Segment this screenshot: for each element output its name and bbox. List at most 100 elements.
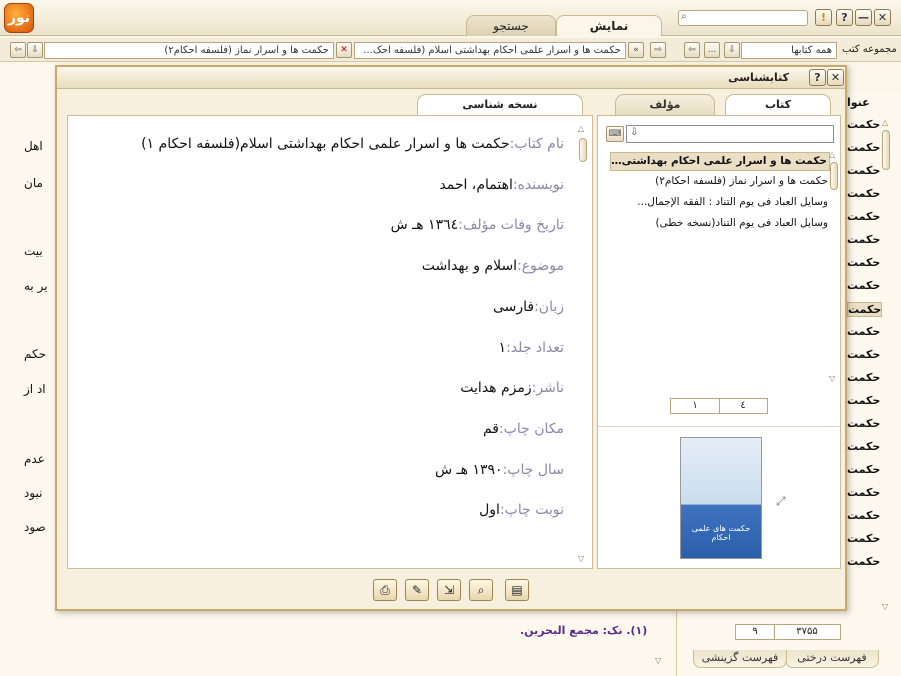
scrollbar-thumb[interactable] <box>830 162 838 190</box>
meta-value: اسلام و بهداشت <box>421 258 518 275</box>
scroll-down-icon[interactable]: ▽ <box>655 656 661 665</box>
tab-selective-index[interactable]: فهرست گزینشی <box>693 650 787 668</box>
dialog-help-button[interactable]: ? <box>809 69 826 86</box>
warning-icon[interactable]: ! <box>815 9 832 26</box>
meta-row: سال چاپ:۱۳۹۰ هـ ش <box>435 462 564 478</box>
book-pager-total: ٤ <box>718 398 768 414</box>
note-icon[interactable]: ▤ <box>505 579 529 601</box>
book-list-item[interactable]: وسایل العباد فی یوم التناد(نسخه خطی) <box>610 215 830 234</box>
minimize-button[interactable]: — <box>855 9 872 26</box>
list-item[interactable]: حکمت <box>847 509 880 522</box>
search-icon: ⌕ <box>681 11 687 22</box>
meta-value: ۱۳۹۰ هـ ش <box>435 461 503 478</box>
scrollbar-thumb[interactable] <box>579 138 587 162</box>
list-item[interactable]: حکمت <box>847 394 880 407</box>
list-item[interactable]: حکمت <box>847 463 880 476</box>
pager-total: ۳۷۵۵ <box>773 624 841 640</box>
arrow-left-icon[interactable]: ⇦ <box>684 42 700 58</box>
list-item[interactable]: حکمت <box>847 417 880 430</box>
list-item[interactable]: حکمت <box>847 440 880 453</box>
list-item[interactable]: حکمت <box>847 279 880 292</box>
meta-value: اهتمام، احمد <box>439 176 513 193</box>
dialog-title-bar: کتابشناسی ? ✕ <box>57 67 845 89</box>
tab-search[interactable]: جستجو <box>466 15 556 36</box>
meta-row: مکان چاپ:قم <box>483 421 564 437</box>
meta-value: ۱۳٦٤ هـ ش <box>390 217 459 234</box>
help-button[interactable]: ? <box>836 9 853 26</box>
global-search-input[interactable]: ⌕ <box>678 10 808 26</box>
search-icon[interactable]: ⌕ <box>469 579 493 601</box>
list-item[interactable]: حکمت <box>847 118 880 131</box>
list-item[interactable]: حکمت <box>847 141 880 154</box>
nav-field[interactable]: حکمت ها و اسرار نماز (فلسفه احکام۲) <box>44 42 334 59</box>
meta-row: زبان:فارسی <box>493 299 564 315</box>
book-list-item[interactable]: حکمت ها و اسرار نماز (فلسفه احکام۲) <box>610 173 830 192</box>
scroll-down-icon[interactable]: ▽ <box>578 554 584 563</box>
meta-value: حکمت ها و اسرار علمی احکام بهداشتی اسلام… <box>141 136 510 152</box>
scroll-down-icon[interactable]: ▽ <box>829 374 835 383</box>
scrollbar-thumb[interactable] <box>882 130 890 170</box>
close-button[interactable]: ✕ <box>874 9 891 26</box>
collection-select[interactable]: همه کتابها <box>741 42 837 59</box>
tab-book[interactable]: کتاب <box>725 94 831 115</box>
meta-value: زمزم هدایت <box>460 380 532 397</box>
list-item[interactable]: حکمت <box>847 371 880 384</box>
text-line: اد از <box>24 382 46 396</box>
meta-label: نویسنده: <box>512 176 564 193</box>
list-item[interactable]: حکمت <box>847 187 880 200</box>
book-list-item[interactable]: حکمت ها و اسرار علمی احکام بهداشتی ا... <box>610 152 830 171</box>
list-item[interactable]: حکمت <box>847 302 883 317</box>
meta-label: ناشر: <box>531 380 564 397</box>
title-field[interactable]: حکمت ها و اسرار علمی احکام بهداشتی اسلام… <box>354 42 626 59</box>
more-button[interactable]: ... <box>704 42 720 58</box>
book-list-item[interactable]: وسایل العباد فی یوم التناد : الفقه الإجم… <box>610 194 830 213</box>
list-item[interactable]: حکمت <box>847 325 880 338</box>
meta-row: نام کتاب:حکمت ها و اسرار علمی احکام بهدا… <box>141 136 564 152</box>
list-item[interactable]: حکمت <box>847 348 880 361</box>
arrow-left-icon[interactable]: ⇦ <box>10 42 26 58</box>
text-line: اهل <box>24 139 43 153</box>
list-item[interactable]: حکمت <box>847 233 880 246</box>
scroll-up-icon[interactable]: △ <box>829 150 835 159</box>
keyboard-icon[interactable]: ⌨ <box>606 126 624 142</box>
scroll-up-icon[interactable]: △ <box>882 118 888 127</box>
list-item[interactable]: حکمت <box>847 486 880 499</box>
dialog-close-button[interactable]: ✕ <box>827 69 844 86</box>
text-line: عدم <box>24 452 45 466</box>
book-search-input[interactable]: ⇩ <box>626 125 834 143</box>
list-item[interactable]: حکمت <box>847 210 880 223</box>
tab-author[interactable]: مؤلف <box>615 94 715 115</box>
export-icon[interactable]: ⇲ <box>437 579 461 601</box>
text-line: حکم <box>24 347 47 361</box>
pager-current[interactable]: ۹ <box>735 624 775 640</box>
book-pager-current[interactable]: ۱ <box>670 398 720 414</box>
download-icon[interactable]: ⇩ <box>724 42 740 58</box>
text-line: مان <box>24 176 43 190</box>
list-item[interactable]: حکمت <box>847 256 880 269</box>
meta-value: فارسی <box>492 298 535 315</box>
expand-icon[interactable]: ⤢ <box>776 494 786 509</box>
text-line: صود <box>24 520 46 534</box>
scroll-up-icon[interactable]: △ <box>578 124 584 133</box>
tab-tree-index[interactable]: فهرست درختی <box>785 650 879 668</box>
download-icon[interactable]: ⇩ <box>27 42 43 58</box>
cover-title: حکمت های علمی احکام <box>691 524 751 542</box>
list-item[interactable]: حکمت <box>847 164 880 177</box>
tab-manuscript-info[interactable]: نسخه شناسی <box>417 94 583 115</box>
text-line: بیت <box>24 244 43 258</box>
print-icon[interactable]: ⎙ <box>373 579 397 601</box>
arrow-right-icon[interactable]: ⇨ <box>650 42 666 58</box>
meta-label: تعداد جلد: <box>506 339 564 356</box>
meta-label: تاریخ وفات مؤلف: <box>458 217 564 234</box>
scroll-down-icon[interactable]: ▽ <box>882 602 888 611</box>
book-cover-image: حکمت های علمی احکام <box>680 437 762 559</box>
app-logo: نور <box>4 3 34 33</box>
meta-label: موضوع: <box>517 258 564 275</box>
edit-icon[interactable]: ✎ <box>405 579 429 601</box>
list-item[interactable]: حکمت <box>847 532 880 545</box>
tab-display[interactable]: نمایش <box>556 15 662 36</box>
chevrons-left-icon[interactable]: « <box>628 42 644 58</box>
list-item[interactable]: حکمت <box>847 555 880 568</box>
close-tab-icon[interactable]: ✕ <box>336 42 352 58</box>
dialog-title: کتابشناسی <box>728 71 789 84</box>
